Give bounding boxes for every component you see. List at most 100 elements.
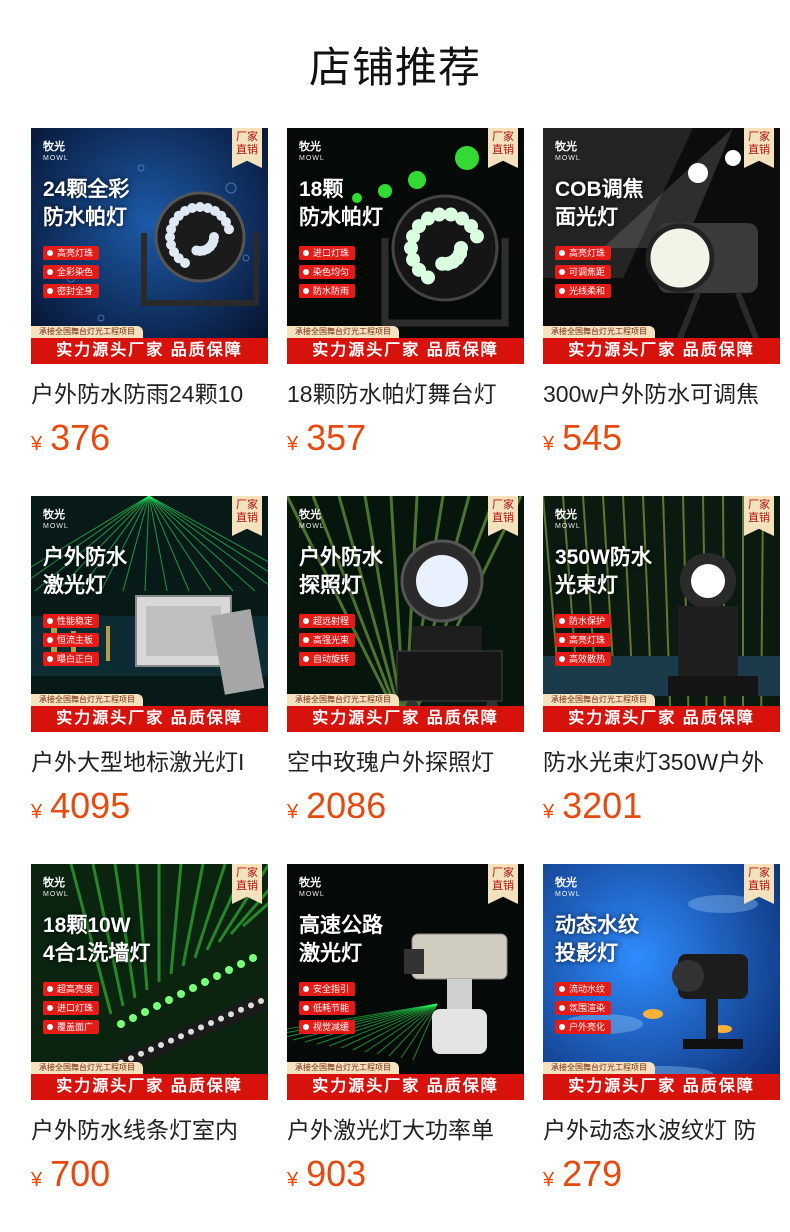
product-image[interactable]: 牧光 MOWL 厂家 直销 户外防水 激光灯 性能稳定 恒流主板 曝白正白 承接全国舞… [31, 496, 268, 732]
price-amount: 2086 [306, 785, 387, 826]
feature-list: 超高亮度 进口灯珠 覆盖面广 [43, 982, 100, 1039]
image-headline: 24颗全彩 防水帕灯 [43, 178, 130, 229]
feature-tag: 全彩染色 [43, 265, 100, 279]
product-card[interactable]: 牧光 MOWL 厂家 直销 高速公路 激光灯 安全指引 低耗节能 视觉减缓 承接全国舞… [287, 864, 524, 1194]
feature-list: 超远射程 高强光束 自动旋转 [299, 614, 356, 671]
product-price: ¥4095 [31, 786, 268, 826]
product-price: ¥700 [31, 1154, 268, 1194]
product-name[interactable]: 空中玫瑰户外探照灯 [287, 746, 524, 778]
project-strip: 承接全国舞台灯光工程项目 [31, 1062, 143, 1074]
product-name[interactable]: 户外防水线条灯室内 [31, 1114, 268, 1146]
feature-tag: 低耗节能 [299, 1001, 356, 1015]
feature-tag: 光线柔和 [555, 284, 612, 298]
product-image[interactable]: 牧光 MOWL 厂家 直销 动态水纹 投影灯 流动水纹 氛围渲染 户外亮化 承接全国舞… [543, 864, 780, 1100]
product-image[interactable]: 牧光 MOWL 厂家 直销 高速公路 激光灯 安全指引 低耗节能 视觉减缓 承接全国舞… [287, 864, 524, 1100]
guarantee-banner: 实力源头厂家 品质保障 [287, 338, 524, 364]
price-amount: 357 [306, 417, 367, 458]
product-card[interactable]: 牧光 MOWL 厂家 直销 动态水纹 投影灯 流动水纹 氛围渲染 户外亮化 承接全国舞… [543, 864, 780, 1194]
image-headline: 350W防水 光束灯 [555, 546, 652, 597]
product-card[interactable]: 牧光 MOWL 厂家 直销 350W防水 光束灯 防水保护 高亮灯珠 高效散热 承接全… [543, 496, 780, 826]
guarantee-banner: 实力源头厂家 品质保障 [31, 706, 268, 732]
currency-symbol: ¥ [31, 801, 43, 823]
brand-logo: 牧光 MOWL [555, 509, 581, 531]
feature-tag: 流动水纹 [555, 982, 612, 996]
product-price: ¥2086 [287, 786, 524, 826]
product-price: ¥357 [287, 418, 524, 458]
price-amount: 279 [562, 1153, 623, 1194]
feature-list: 高亮灯珠全彩染色密封全身 [43, 246, 100, 303]
project-strip: 承接全国舞台灯光工程项目 [287, 326, 399, 338]
product-name[interactable]: 户外防水防雨24颗10 [31, 378, 268, 410]
feature-tag: 进口灯珠 [299, 246, 356, 260]
product-card[interactable]: 牧光 MOWL 厂家 直销 户外防水 探照灯 超远射程 高强光束 自动旋转 承接全国舞… [287, 496, 524, 826]
feature-tag: 超高亮度 [43, 982, 100, 996]
project-strip: 承接全国舞台灯光工程项目 [543, 1062, 655, 1074]
feature-tag: 高亮灯珠 [555, 633, 612, 647]
currency-symbol: ¥ [287, 1169, 299, 1191]
currency-symbol: ¥ [543, 1169, 555, 1191]
feature-tag: 曝白正白 [43, 652, 100, 666]
feature-tag: 进口灯珠 [43, 1001, 100, 1015]
product-price: ¥279 [543, 1154, 780, 1194]
product-image[interactable]: 牧光 MOWL 厂家 直销 18颗 防水帕灯 进口灯珠 染色均匀 防水防雨 承接全国舞… [287, 128, 524, 364]
price-amount: 545 [562, 417, 623, 458]
image-headline: 18颗 防水帕灯 [299, 178, 383, 229]
image-headline: 户外防水 激光灯 [43, 546, 127, 597]
product-image[interactable]: 牧光 MOWL 厂家 直销 COB调焦 面光灯 高亮灯珠 可调焦距 光线柔和 承接全国… [543, 128, 780, 364]
product-name[interactable]: 户外激光灯大功率单 [287, 1114, 524, 1146]
feature-tag: 氛围渲染 [555, 1001, 612, 1015]
feature-tag: 高亮灯珠 [43, 246, 100, 260]
product-image[interactable]: 牧光 MOWL 厂家 直销 350W防水 光束灯 防水保护 高亮灯珠 高效散热 承接全… [543, 496, 780, 732]
feature-tag: 高亮灯珠 [555, 246, 612, 260]
brand-logo: 牧光 MOWL [555, 141, 581, 163]
product-image[interactable]: 牧光 MOWL 厂家 直销 24颗全彩 防水帕灯 高亮灯珠 全彩染色 密封全身 承接全… [31, 128, 268, 364]
product-price: ¥903 [287, 1154, 524, 1194]
product-image[interactable]: 牧光 MOWL 厂家 直销 18颗10W 4合1洗墙灯 超高亮度 进口灯珠 覆盖面广 … [31, 864, 268, 1100]
feature-list: 性能稳定 恒流主板 曝白正白 [43, 614, 100, 671]
product-card[interactable]: 牧光 MOWL 厂家 直销 24颗全彩 防水帕灯 高亮灯珠 全彩染色 密封全身 承接全… [31, 128, 268, 458]
feature-list: 流动水纹氛围渲染户外亮化 [555, 982, 612, 1039]
guarantee-banner: 实力源头厂家 品质保障 [31, 338, 268, 364]
feature-list: 高亮灯珠可调焦距光线柔和 [555, 246, 612, 303]
feature-tag: 密封全身 [43, 284, 100, 298]
currency-symbol: ¥ [543, 433, 555, 455]
price-amount: 903 [306, 1153, 367, 1194]
feature-tag: 可调焦距 [555, 265, 612, 279]
feature-tag: 户外亮化 [555, 1020, 612, 1034]
product-name[interactable]: 户外大型地标激光灯I [31, 746, 268, 778]
feature-list: 安全指引低耗节能视觉减缓 [299, 982, 356, 1039]
currency-symbol: ¥ [287, 433, 299, 455]
product-card[interactable]: 牧光 MOWL 厂家 直销 18颗10W 4合1洗墙灯 超高亮度 进口灯珠 覆盖面广 … [31, 864, 268, 1194]
feature-tag: 超远射程 [299, 614, 356, 628]
feature-tag: 安全指引 [299, 982, 356, 996]
project-strip: 承接全国舞台灯光工程项目 [31, 326, 143, 338]
product-card[interactable]: 牧光 MOWL 厂家 直销 COB调焦 面光灯 高亮灯珠 可调焦距 光线柔和 承接全国… [543, 128, 780, 458]
image-headline: COB调焦 面光灯 [555, 178, 644, 229]
guarantee-banner: 实力源头厂家 品质保障 [543, 338, 780, 364]
feature-tag: 防水防雨 [299, 284, 356, 298]
product-card[interactable]: 牧光 MOWL 厂家 直销 18颗 防水帕灯 进口灯珠 染色均匀 防水防雨 承接全国舞… [287, 128, 524, 458]
brand-logo: 牧光 MOWL [43, 509, 69, 531]
brand-logo: 牧光 MOWL [299, 141, 325, 163]
product-card[interactable]: 牧光 MOWL 厂家 直销 户外防水 激光灯 性能稳定 恒流主板 曝白正白 承接全国舞… [31, 496, 268, 826]
feature-tag: 性能稳定 [43, 614, 100, 628]
feature-tag: 防水保护 [555, 614, 612, 628]
brand-logo: 牧光 MOWL [555, 877, 581, 899]
feature-list: 进口灯珠 染色均匀 防水防雨 [299, 246, 356, 303]
product-name[interactable]: 18颗防水帕灯舞台灯 [287, 378, 524, 410]
currency-symbol: ¥ [31, 1169, 43, 1191]
currency-symbol: ¥ [543, 801, 555, 823]
brand-logo: 牧光 MOWL [43, 877, 69, 899]
price-amount: 4095 [50, 785, 131, 826]
price-amount: 3201 [562, 785, 643, 826]
brand-logo: 牧光 MOWL [43, 141, 69, 163]
product-name[interactable]: 户外动态水波纹灯 防 [543, 1114, 780, 1146]
feature-tag: 视觉减缓 [299, 1020, 356, 1034]
project-strip: 承接全国舞台灯光工程项目 [287, 1062, 399, 1074]
product-name[interactable]: 300w户外防水可调焦 [543, 378, 780, 410]
image-headline: 动态水纹 投影灯 [555, 914, 639, 965]
product-image[interactable]: 牧光 MOWL 厂家 直销 户外防水 探照灯 超远射程 高强光束 自动旋转 承接全国舞… [287, 496, 524, 732]
currency-symbol: ¥ [31, 433, 43, 455]
product-price: ¥545 [543, 418, 780, 458]
product-name[interactable]: 防水光束灯350W户外 [543, 746, 780, 778]
